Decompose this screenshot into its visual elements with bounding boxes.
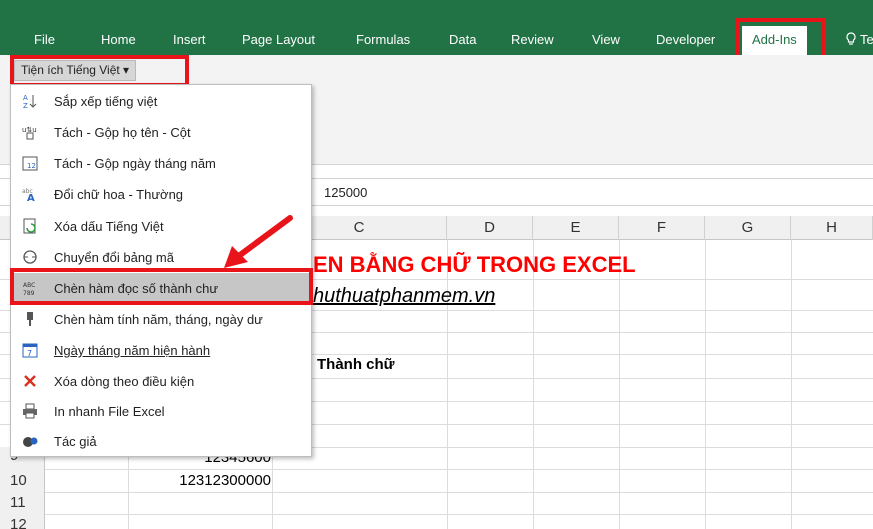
sort-az-icon: AZ (22, 93, 38, 110)
ribbon-tab-bar: File Home Insert Page Layout Formulas Da… (0, 0, 873, 55)
row-header-10[interactable]: 10 (0, 469, 45, 492)
author-icon (22, 433, 38, 449)
excel-window: { "tabs": [ {"label":"File"},{"label":"H… (0, 0, 873, 529)
function-date-icon (22, 311, 38, 327)
tab-add-ins[interactable]: Add-Ins (742, 26, 807, 55)
number-to-text-icon: ABC 789 (22, 280, 38, 297)
calendar-12-icon: 12 (22, 155, 38, 171)
gridline (533, 240, 534, 529)
gridline (0, 492, 873, 493)
menu-item-sort-vietnamese[interactable]: AZ Sắp xếp tiếng việt (12, 86, 310, 116)
menu-item-split-name[interactable]: u⇅u Tách - Gộp họ tên - Cột (12, 117, 310, 147)
tab-file[interactable]: File (34, 32, 55, 47)
column-header-e[interactable]: E (533, 216, 619, 240)
convert-encoding-icon (22, 249, 38, 265)
lightbulb-icon[interactable] (845, 32, 857, 49)
tab-view[interactable]: View (592, 32, 620, 47)
menu-item-split-date[interactable]: 12 Tách - Gộp ngày tháng năm (12, 148, 310, 178)
svg-text:A: A (27, 193, 35, 202)
row-header-12[interactable]: 12 (0, 514, 45, 529)
menu-item-quick-print[interactable]: In nhanh File Excel (12, 396, 310, 426)
cell-title[interactable]: EN BẰNG CHỮ TRONG EXCEL (313, 252, 636, 278)
print-icon (22, 403, 38, 419)
formula-value[interactable]: 125000 (324, 185, 367, 200)
svg-text:Z: Z (23, 102, 28, 109)
menu-item-number-to-text[interactable]: ABC 789 Chèn hàm đọc số thành chư (12, 273, 310, 303)
delete-rows-icon (22, 373, 38, 389)
column-header-g[interactable]: G (705, 216, 791, 240)
gridline (705, 240, 706, 529)
column-header-h[interactable]: H (791, 216, 873, 240)
tell-me-text[interactable]: Te (860, 32, 873, 47)
menu-item-delete-rows[interactable]: Xóa dòng theo điều kiện (12, 366, 310, 396)
tab-review[interactable]: Review (511, 32, 554, 47)
red-arrow-annotation (224, 215, 293, 268)
tab-data[interactable]: Data (449, 32, 476, 47)
gridline (791, 240, 792, 529)
tab-formulas[interactable]: Formulas (356, 32, 410, 47)
tien-ich-tieng-viet-button[interactable]: Tiện ích Tiếng Việt ▾ (14, 60, 137, 81)
cell-header-thanh-chu[interactable]: Thành chữ (317, 356, 395, 373)
gridline (447, 240, 448, 529)
column-header-d[interactable]: D (447, 216, 533, 240)
row-header-11[interactable]: 11 (0, 492, 45, 514)
svg-text:789: 789 (23, 290, 35, 296)
tab-home[interactable]: Home (101, 32, 136, 47)
svg-text:7: 7 (27, 349, 32, 358)
menu-item-author[interactable]: Tác giả (12, 426, 310, 456)
menu-item-date-functions[interactable]: Chèn hàm tính năm, tháng, ngày dư (12, 304, 310, 334)
cell-website-link[interactable]: huthuatphanmem.vn (313, 285, 495, 308)
menu-item-current-date[interactable]: 7 Ngày tháng năm hiện hành (12, 335, 310, 365)
tab-developer[interactable]: Developer (656, 32, 715, 47)
gridline (619, 240, 620, 529)
remove-accent-icon (22, 218, 38, 234)
svg-text:ABC: ABC (23, 282, 35, 289)
gridline (0, 514, 873, 515)
split-merge-name-icon: u⇅u (22, 124, 38, 140)
tab-page-layout[interactable]: Page Layout (242, 32, 315, 47)
gridline (0, 469, 873, 470)
change-case-icon: abc A (22, 186, 38, 204)
cell-row10-number[interactable]: 12312300000 (179, 472, 271, 489)
calendar-7-icon: 7 (22, 342, 38, 358)
svg-text:12: 12 (27, 162, 36, 170)
svg-text:A: A (23, 94, 28, 102)
tab-insert[interactable]: Insert (173, 32, 206, 47)
column-header-f[interactable]: F (619, 216, 705, 240)
menu-item-change-case[interactable]: abc A Đổi chữ hoa - Thường (12, 179, 310, 209)
